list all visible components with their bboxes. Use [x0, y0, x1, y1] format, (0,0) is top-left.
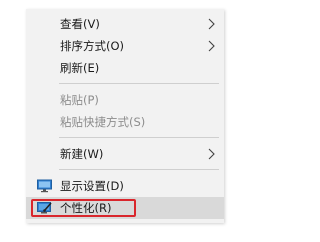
chevron-right-icon [208, 18, 215, 30]
menu-item-refresh-label: 刷新(E) [60, 61, 100, 75]
menu-item-sort-by-label: 排序方式(O) [60, 39, 125, 53]
menu-item-paste-shortcut: 粘贴快捷方式(S) [26, 111, 224, 133]
personalize-icon [37, 202, 52, 214]
menu-separator [59, 83, 219, 84]
menu-item-personalize[interactable]: 个性化(R) [26, 197, 224, 219]
menu-item-sort-by[interactable]: 排序方式(O) [26, 35, 224, 57]
menu-separator [59, 169, 219, 170]
menu-item-display-settings-label: 显示设置(D) [60, 179, 124, 193]
menu-item-refresh[interactable]: 刷新(E) [26, 57, 224, 79]
menu-item-paste-label: 粘贴(P) [60, 93, 99, 107]
menu-item-display-settings[interactable]: 显示设置(D) [26, 175, 224, 197]
menu-item-view[interactable]: 查看(V) [26, 13, 224, 35]
chevron-right-icon [208, 40, 215, 52]
menu-item-paste-shortcut-label: 粘贴快捷方式(S) [60, 115, 146, 129]
menu-item-view-label: 查看(V) [60, 17, 100, 31]
menu-separator [59, 137, 219, 138]
menu-item-paste: 粘贴(P) [26, 89, 224, 111]
menu-item-new[interactable]: 新建(W) [26, 143, 224, 165]
display-settings-icon [37, 179, 52, 193]
desktop-context-menu: 查看(V) 排序方式(O) 刷新(E) 粘贴(P) 粘贴快捷方式(S) 新建(W… [26, 9, 224, 223]
menu-item-personalize-label: 个性化(R) [60, 201, 112, 215]
chevron-right-icon [208, 148, 215, 160]
menu-item-new-label: 新建(W) [60, 147, 104, 161]
